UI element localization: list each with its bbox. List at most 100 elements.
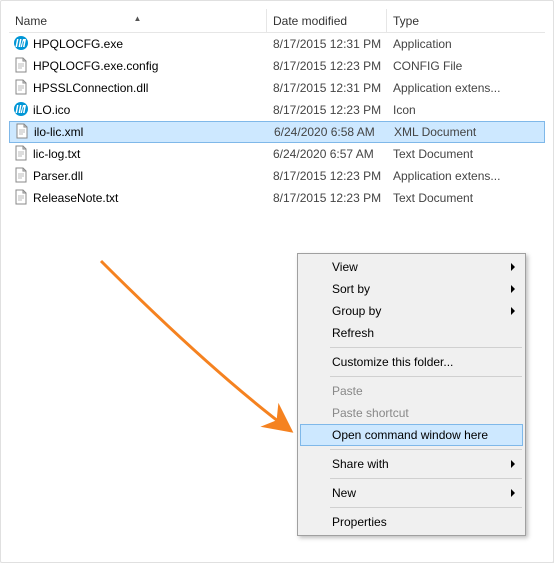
column-header: Name ▲ Date modified Type xyxy=(9,9,545,33)
file-date-cell: 8/17/2015 12:23 PM xyxy=(267,103,387,117)
file-type-cell: Icon xyxy=(387,103,545,117)
file-row[interactable]: HPQLOCFG.exe.config 8/17/2015 12:23 PM CON… xyxy=(9,55,545,77)
file-type-cell: Application extens... xyxy=(387,169,545,183)
menu-sort-label: Sort by xyxy=(332,282,370,296)
menu-share-label: Share with xyxy=(332,457,389,471)
file-icon xyxy=(13,145,29,164)
file-date: 8/17/2015 12:31 PM xyxy=(273,81,381,95)
file-type-cell: XML Document xyxy=(388,125,544,139)
menu-properties[interactable]: Properties xyxy=(300,511,523,533)
file-date-cell: 8/17/2015 12:23 PM xyxy=(267,191,387,205)
file-type-cell: Text Document xyxy=(387,147,545,161)
menu-sort-by[interactable]: Sort by xyxy=(300,278,523,300)
menu-share-with[interactable]: Share with xyxy=(300,453,523,475)
column-date[interactable]: Date modified xyxy=(267,9,387,32)
file-icon xyxy=(13,101,29,120)
file-row[interactable]: lic-log.txt 6/24/2020 6:57 AM Text Documen… xyxy=(9,143,545,165)
column-name-label: Name xyxy=(15,14,47,28)
file-type: Application extens... xyxy=(393,81,500,95)
file-date: 6/24/2020 6:57 AM xyxy=(273,147,374,161)
file-row[interactable]: HPSSLConnection.dll 8/17/2015 12:31 PM App… xyxy=(9,77,545,99)
file-type: Application extens... xyxy=(393,169,500,183)
file-type-cell: Application xyxy=(387,37,545,51)
file-date: 8/17/2015 12:23 PM xyxy=(273,169,381,183)
file-date: 6/24/2020 6:58 AM xyxy=(274,125,375,139)
sort-ascending-icon: ▲ xyxy=(134,7,142,31)
file-date: 8/17/2015 12:23 PM xyxy=(273,191,381,205)
file-name: Parser.dll xyxy=(33,169,83,183)
file-date-cell: 8/17/2015 12:23 PM xyxy=(267,169,387,183)
file-type: XML Document xyxy=(394,125,476,139)
menu-new-label: New xyxy=(332,486,356,500)
file-name-cell: ilo-lic.xml xyxy=(10,123,268,142)
file-row[interactable]: ReleaseNote.txt 8/17/2015 12:23 PM Text Do… xyxy=(9,187,545,209)
file-type: Text Document xyxy=(393,191,473,205)
file-name: HPSSLConnection.dll xyxy=(33,81,148,95)
menu-separator xyxy=(330,347,522,348)
menu-refresh[interactable]: Refresh xyxy=(300,322,523,344)
file-name-cell: ReleaseNote.txt xyxy=(9,189,267,208)
menu-paste-shortcut: Paste shortcut xyxy=(300,402,523,424)
menu-group-label: Group by xyxy=(332,304,381,318)
file-name: HPQLOCFG.exe.config xyxy=(33,59,158,73)
menu-group-by[interactable]: Group by xyxy=(300,300,523,322)
file-icon xyxy=(13,57,29,76)
file-name: iLO.ico xyxy=(33,103,70,117)
column-type-label: Type xyxy=(393,14,419,28)
file-name-cell: HPQLOCFG.exe.config xyxy=(9,57,267,76)
file-type: CONFIG File xyxy=(393,59,462,73)
file-rows: HPQLOCFG.exe 8/17/2015 12:31 PM Applicatio… xyxy=(9,33,545,209)
file-type: Text Document xyxy=(393,147,473,161)
menu-separator xyxy=(330,478,522,479)
file-date-cell: 6/24/2020 6:57 AM xyxy=(267,147,387,161)
file-name-cell: HPQLOCFG.exe xyxy=(9,35,267,54)
file-name: HPQLOCFG.exe xyxy=(33,37,123,51)
file-name: ilo-lic.xml xyxy=(34,125,83,139)
file-type-cell: CONFIG File xyxy=(387,59,545,73)
file-name-cell: lic-log.txt xyxy=(9,145,267,164)
menu-new[interactable]: New xyxy=(300,482,523,504)
file-name: ReleaseNote.txt xyxy=(33,191,118,205)
file-name: lic-log.txt xyxy=(33,147,80,161)
file-row[interactable]: iLO.ico 8/17/2015 12:23 PM Icon xyxy=(9,99,545,121)
menu-separator xyxy=(330,507,522,508)
file-date-cell: 8/17/2015 12:31 PM xyxy=(267,37,387,51)
menu-props-label: Properties xyxy=(332,515,387,529)
file-date: 8/17/2015 12:23 PM xyxy=(273,59,381,73)
file-type: Application xyxy=(393,37,452,51)
column-type[interactable]: Type xyxy=(387,9,545,32)
file-row[interactable]: Parser.dll 8/17/2015 12:23 PM Application … xyxy=(9,165,545,187)
file-date-cell: 6/24/2020 6:58 AM xyxy=(268,125,388,139)
file-icon xyxy=(13,189,29,208)
menu-paste-sc-label: Paste shortcut xyxy=(332,406,409,420)
file-icon xyxy=(14,123,30,142)
file-date-cell: 8/17/2015 12:31 PM xyxy=(267,81,387,95)
menu-separator xyxy=(330,449,522,450)
menu-customize-label: Customize this folder... xyxy=(332,355,453,369)
file-date-cell: 8/17/2015 12:23 PM xyxy=(267,59,387,73)
file-row[interactable]: HPQLOCFG.exe 8/17/2015 12:31 PM Applicatio… xyxy=(9,33,545,55)
menu-paste-label: Paste xyxy=(332,384,363,398)
menu-refresh-label: Refresh xyxy=(332,326,374,340)
file-name-cell: Parser.dll xyxy=(9,167,267,186)
menu-separator xyxy=(330,376,522,377)
file-date: 8/17/2015 12:31 PM xyxy=(273,37,381,51)
menu-view-label: View xyxy=(332,260,358,274)
file-date: 8/17/2015 12:23 PM xyxy=(273,103,381,117)
file-name-cell: HPSSLConnection.dll xyxy=(9,79,267,98)
menu-paste: Paste xyxy=(300,380,523,402)
column-name[interactable]: Name ▲ xyxy=(9,9,267,32)
file-type-cell: Application extens... xyxy=(387,81,545,95)
context-menu: View Sort by Group by Refresh Customize … xyxy=(297,253,526,536)
menu-cmd-label: Open command window here xyxy=(332,428,488,442)
menu-view[interactable]: View xyxy=(300,256,523,278)
explorer-window: Name ▲ Date modified Type HPQLOCFG.exe 8/… xyxy=(0,0,554,563)
file-row[interactable]: ilo-lic.xml 6/24/2020 6:58 AM XML Document xyxy=(9,121,545,143)
file-icon xyxy=(13,35,29,54)
file-icon xyxy=(13,79,29,98)
file-type: Icon xyxy=(393,103,416,117)
file-name-cell: iLO.ico xyxy=(9,101,267,120)
menu-open-command-window[interactable]: Open command window here xyxy=(300,424,523,446)
column-date-label: Date modified xyxy=(273,14,347,28)
menu-customize-folder[interactable]: Customize this folder... xyxy=(300,351,523,373)
